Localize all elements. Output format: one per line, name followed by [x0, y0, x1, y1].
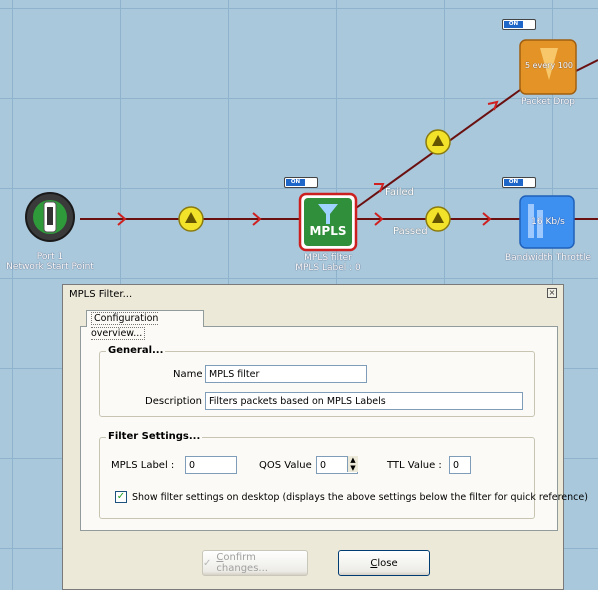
- checkmark-icon: ✓: [203, 557, 212, 569]
- show-on-desktop-label: Show filter settings on desktop (display…: [132, 492, 588, 503]
- mpls-filter-node-icon: [298, 192, 358, 252]
- port-description: Network Start Point: [6, 262, 94, 272]
- ttl-value-label: TTL Value :: [387, 460, 442, 471]
- edge-label-failed: Failed: [385, 187, 415, 198]
- close-button-label: Close: [370, 557, 398, 569]
- toggle-on-indicator: ON: [286, 179, 305, 186]
- description-label: Description :: [145, 396, 209, 407]
- tap-icon: [425, 129, 451, 155]
- tap-icon: [178, 206, 204, 232]
- qos-value-label: QOS Value :: [259, 460, 319, 471]
- general-group-title: General...: [106, 345, 166, 356]
- name-label: Name :: [173, 369, 210, 380]
- dialog-title: MPLS Filter...: [69, 288, 133, 300]
- close-button[interactable]: Close: [338, 550, 430, 576]
- toggle-on-indicator: ON: [504, 179, 523, 186]
- show-on-desktop-checkbox[interactable]: ✓: [115, 491, 127, 503]
- throttle-node-toggle[interactable]: ON: [502, 177, 536, 188]
- name-field[interactable]: [205, 365, 367, 383]
- mpls-label-field[interactable]: [185, 456, 237, 474]
- packet-drop-icon-text: 5 every 100: [524, 61, 574, 70]
- filter-settings-title: Filter Settings...: [106, 431, 203, 442]
- close-icon[interactable]: ×: [547, 288, 557, 298]
- mpls-icon-text: MPLS: [309, 224, 347, 238]
- mpls-node-label: MPLS filter MPLS Label : 0: [278, 253, 378, 273]
- description-field[interactable]: [205, 392, 523, 410]
- mpls-label-label: MPLS Label :: [111, 460, 175, 471]
- packet-drop-label: Packet Drop: [521, 97, 575, 107]
- confirm-changes-label: Confirm changes...: [216, 552, 268, 574]
- dialog-title-bar[interactable]: MPLS Filter... ×: [63, 285, 563, 303]
- mpls-node-detail: MPLS Label : 0: [295, 263, 361, 273]
- ttl-value-field[interactable]: [449, 456, 471, 474]
- qos-value-spinner[interactable]: ▲▼: [316, 456, 358, 474]
- mpls-node-toggle[interactable]: ON: [284, 177, 318, 188]
- toggle-on-indicator: ON: [504, 21, 523, 28]
- bandwidth-throttle-label: Bandwidth Throttle: [504, 253, 592, 263]
- bandwidth-icon-text: 16 Kb/s: [531, 217, 565, 227]
- port-name: Port 1: [36, 252, 64, 262]
- mpls-node-name: MPLS filter: [304, 253, 352, 263]
- drop-node-toggle[interactable]: ON: [502, 19, 536, 30]
- port-node-label: Port 1 Network Start Point: [0, 252, 100, 272]
- tap-icon: [425, 206, 451, 232]
- tab-panel: General... Name : Description : Filter S…: [80, 326, 588, 531]
- spinner-arrows-icon[interactable]: ▲ ▼: [347, 456, 358, 472]
- tab-configuration-overview[interactable]: Configuration overview...: [86, 310, 204, 340]
- edge-label-passed: Passed: [393, 226, 428, 237]
- confirm-changes-button[interactable]: ✓ Confirm changes...: [202, 550, 308, 576]
- filter-settings-group: Filter Settings...: [99, 431, 535, 519]
- port-node-icon: [25, 192, 75, 242]
